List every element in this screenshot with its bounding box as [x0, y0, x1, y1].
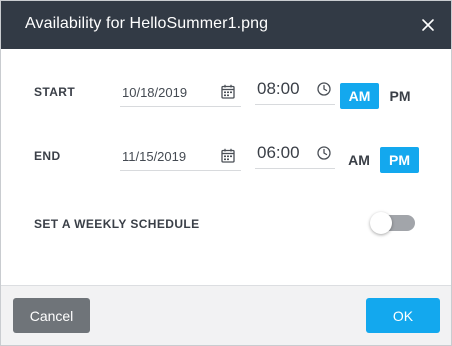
dialog-title: Availability for HelloSummer1.png: [25, 15, 269, 32]
end-am-button[interactable]: AM: [341, 147, 377, 173]
start-pm-button[interactable]: PM: [383, 83, 417, 109]
cancel-button[interactable]: Cancel: [13, 298, 90, 333]
availability-dialog: Availability for HelloSummer1.png START …: [0, 0, 452, 346]
start-label: START: [34, 85, 76, 99]
end-time-value: 06:00: [257, 143, 300, 162]
end-time-field[interactable]: 06:00: [255, 141, 335, 169]
clock-icon[interactable]: [317, 146, 331, 160]
start-time-value: 08:00: [257, 79, 300, 98]
weekly-schedule-toggle[interactable]: [370, 212, 415, 234]
dialog-footer: Cancel OK: [1, 285, 451, 345]
weekly-schedule-label: SET A WEEKLY SCHEDULE: [34, 217, 200, 231]
calendar-icon[interactable]: [221, 148, 235, 163]
start-pm-label: PM: [389, 88, 411, 104]
start-date-field[interactable]: 10/18/2019: [120, 79, 241, 107]
toggle-knob: [370, 212, 392, 234]
ok-button[interactable]: OK: [366, 298, 440, 333]
start-date-value: 10/18/2019: [122, 85, 188, 100]
end-date-field[interactable]: 11/15/2019: [120, 143, 241, 171]
clock-icon[interactable]: [317, 82, 331, 96]
dialog-header: Availability for HelloSummer1.png: [1, 1, 451, 49]
cancel-button-label: Cancel: [29, 307, 74, 324]
start-time-field[interactable]: 08:00: [255, 77, 335, 105]
start-am-label: AM: [348, 88, 371, 104]
close-icon[interactable]: [419, 16, 437, 34]
ok-button-label: OK: [392, 307, 414, 324]
start-am-button[interactable]: AM: [340, 83, 379, 109]
end-am-label: AM: [348, 152, 370, 168]
end-pm-button[interactable]: PM: [380, 147, 419, 173]
end-pm-label: PM: [389, 152, 410, 168]
end-label: END: [34, 149, 61, 163]
end-date-value: 11/15/2019: [122, 149, 187, 164]
calendar-icon[interactable]: [221, 84, 235, 99]
